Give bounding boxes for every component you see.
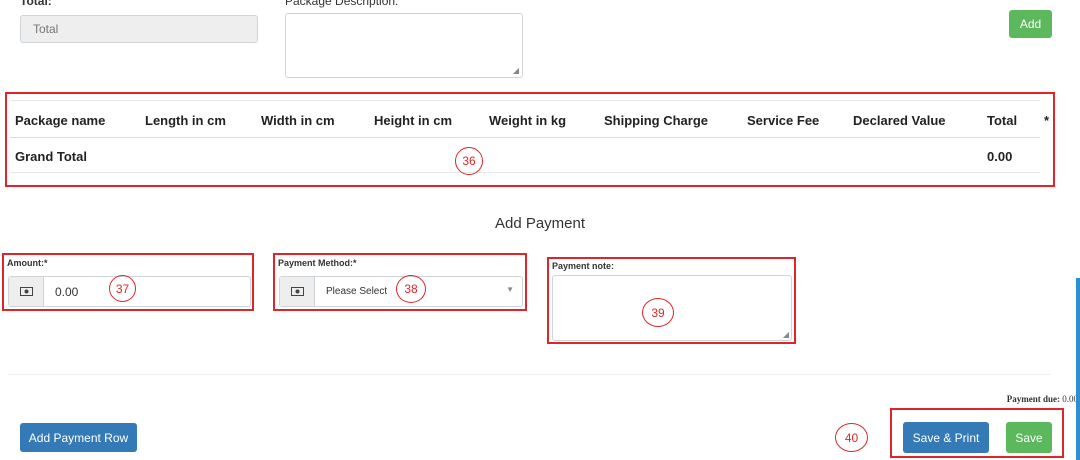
annotation-marker-40: 40 xyxy=(835,423,868,452)
payment-method-select[interactable]: Please Select xyxy=(326,286,387,297)
annotation-box-36 xyxy=(5,92,1055,187)
annotation-marker-36: 36 xyxy=(455,147,483,175)
amount-label: Amount:* xyxy=(7,258,48,268)
annotation-marker-39: 39 xyxy=(642,298,674,327)
total-input[interactable] xyxy=(20,15,258,43)
add-payment-title: Add Payment xyxy=(494,215,586,232)
money-icon xyxy=(280,277,315,306)
save-button[interactable]: Save xyxy=(1006,422,1052,453)
annotation-marker-37: 37 xyxy=(109,275,136,302)
resize-handle-icon: ◢ xyxy=(512,66,519,75)
package-description-label: Package Description: xyxy=(285,0,399,8)
payment-due: Payment due: 0.00 xyxy=(1007,394,1078,404)
add-package-button[interactable]: Add xyxy=(1009,10,1052,38)
add-payment-row-button[interactable]: Add Payment Row xyxy=(20,423,137,452)
package-description-textarea[interactable]: ◢ xyxy=(285,13,523,78)
total-label: Total: xyxy=(20,0,52,8)
save-print-button[interactable]: Save & Print xyxy=(903,422,989,453)
payment-note-label: Payment note: xyxy=(552,261,615,271)
amount-input[interactable]: 0.00 xyxy=(55,285,78,299)
section-divider xyxy=(8,374,1050,375)
annotation-marker-38: 38 xyxy=(396,275,426,303)
resize-handle-icon: ◢ xyxy=(782,330,789,339)
payment-due-label: Payment due: xyxy=(1006,394,1060,404)
payment-method-label: Payment Method:* xyxy=(278,258,357,268)
scrollbar-thumb[interactable] xyxy=(1076,278,1080,460)
money-icon xyxy=(9,277,44,306)
chevron-down-icon[interactable]: ▼ xyxy=(506,285,514,294)
